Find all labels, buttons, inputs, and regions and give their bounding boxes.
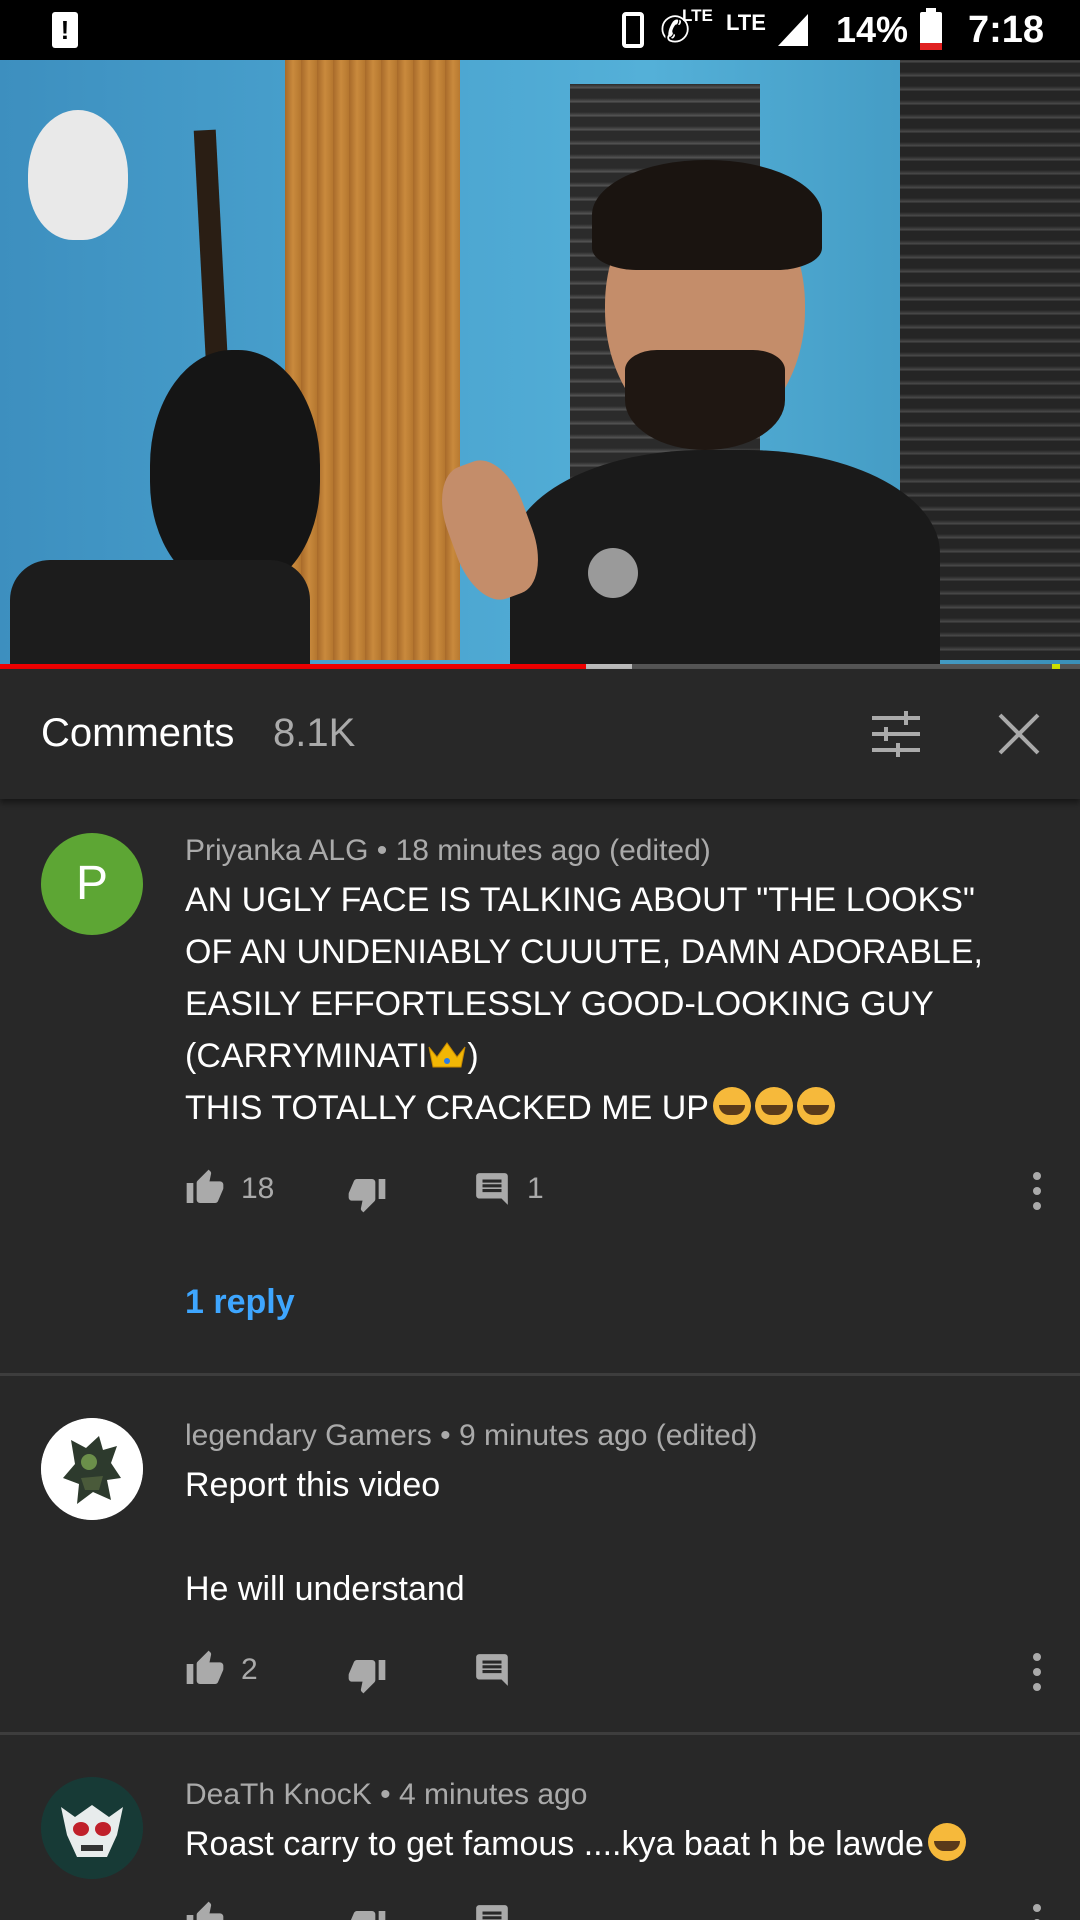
comment-line: Report this video: [185, 1466, 441, 1504]
comment-line: EASILY EFFORTLESSLY GOOD-LOOKING GUY: [185, 985, 934, 1023]
video-frame-beard: [625, 350, 785, 450]
avatar[interactable]: P: [41, 833, 143, 935]
phone-icon: [622, 12, 644, 48]
thumbs-down-icon[interactable]: [347, 1906, 387, 1920]
comment-meta: legendary Gamers • 9 minutes ago (edited…: [185, 1419, 758, 1452]
rofl-emoji-icon: [712, 1087, 751, 1125]
comment-actions: 18 1: [185, 1168, 1055, 1218]
comment-line-text: Roast carry to get famous ....kya baat h…: [185, 1825, 924, 1863]
comment-meta: DeaTh KnocK • 4 minutes ago: [185, 1778, 588, 1811]
comment-meta: Priyanka ALG • 18 minutes ago (edited): [185, 834, 711, 867]
comment-line: (CARRYMINATI ): [185, 1030, 1015, 1082]
video-frame-microphone: [588, 548, 638, 598]
comment-text: Report this video He will understand: [185, 1459, 1015, 1615]
comment-line: OF AN UNDENIABLY CUUUTE, DAMN ADORABLE,: [185, 933, 983, 971]
skull-avatar-icon: [41, 1777, 143, 1879]
comments-count: 8.1K: [273, 711, 356, 755]
battery-icon: [920, 8, 942, 50]
video-frame-guitar-neck: [193, 129, 229, 371]
video-frame-hair: [592, 160, 822, 270]
comment-line: AN UGLY FACE IS TALKING ABOUT "THE LOOKS…: [185, 881, 976, 919]
network-type-1: LTE: [682, 6, 713, 25]
thumbs-down-icon[interactable]: [347, 1174, 387, 1214]
avatar[interactable]: [41, 1777, 143, 1879]
rofl-emoji-icon: [754, 1087, 793, 1125]
clock: 7:18: [968, 9, 1045, 51]
reply-icon[interactable]: [473, 1651, 511, 1689]
comment-text: AN UGLY FACE IS TALKING ABOUT "THE LOOKS…: [185, 874, 1015, 1134]
comment-divider: [0, 1373, 1080, 1376]
thumbs-up-icon[interactable]: [185, 1168, 225, 1208]
crown-emoji-icon: [428, 1042, 466, 1068]
comments-title: Comments: [41, 711, 235, 755]
rofl-emoji-icon: [796, 1087, 835, 1125]
comment-line-text: (CARRYMINATI: [185, 1037, 428, 1075]
video-frame-person: [510, 450, 940, 668]
gamer-avatar-icon: [41, 1418, 143, 1520]
thumbs-up-icon[interactable]: [185, 1900, 225, 1920]
comment-line-text: ): [467, 1037, 479, 1075]
joy-emoji-icon: [927, 1823, 966, 1861]
video-frame-chair: [10, 560, 310, 668]
comment-line: Roast carry to get famous ....kya baat h…: [185, 1818, 1065, 1870]
reply-count: 1: [527, 1172, 544, 1205]
video-player[interactable]: [0, 60, 1080, 668]
video-frame-door: [285, 60, 460, 660]
comment-line-text: THIS TOTALLY CRACKED ME UP: [185, 1089, 709, 1127]
alert-icon: [52, 12, 78, 48]
reply-icon[interactable]: [473, 1170, 511, 1208]
avatar[interactable]: [41, 1418, 143, 1520]
comment-line: THIS TOTALLY CRACKED ME UP: [185, 1082, 1015, 1134]
comment-divider: [0, 1732, 1080, 1735]
network-type-2: LTE: [726, 10, 766, 35]
video-frame-guitar: [150, 350, 320, 590]
reply-icon[interactable]: [473, 1902, 511, 1920]
comment-line: [185, 1511, 1015, 1563]
comment-actions: [185, 1900, 1055, 1920]
like-count: 2: [241, 1653, 258, 1686]
comment-text: Roast carry to get famous ....kya baat h…: [185, 1818, 1065, 1870]
comments-header: Comments 8.1K: [0, 669, 1080, 799]
avatar-letter: P: [75, 857, 108, 910]
sliders-icon[interactable]: [872, 711, 920, 757]
close-icon[interactable]: [996, 711, 1042, 757]
more-vert-icon[interactable]: [1027, 1168, 1047, 1214]
thumbs-up-icon[interactable]: [185, 1649, 225, 1689]
more-vert-icon[interactable]: [1027, 1900, 1047, 1920]
video-frame-mask: [28, 110, 128, 240]
battery-percent: 14%: [836, 9, 909, 50]
comment-actions: 2: [185, 1649, 1055, 1699]
more-vert-icon[interactable]: [1027, 1649, 1047, 1695]
signal-icon: [778, 14, 808, 46]
thumbs-down-icon[interactable]: [347, 1655, 387, 1695]
like-count: 18: [241, 1172, 275, 1205]
status-bar: ✆ LTE LTE 14% 7:18: [0, 0, 1080, 60]
comment-line: He will understand: [185, 1570, 465, 1608]
view-replies-link[interactable]: 1 reply: [185, 1283, 295, 1322]
